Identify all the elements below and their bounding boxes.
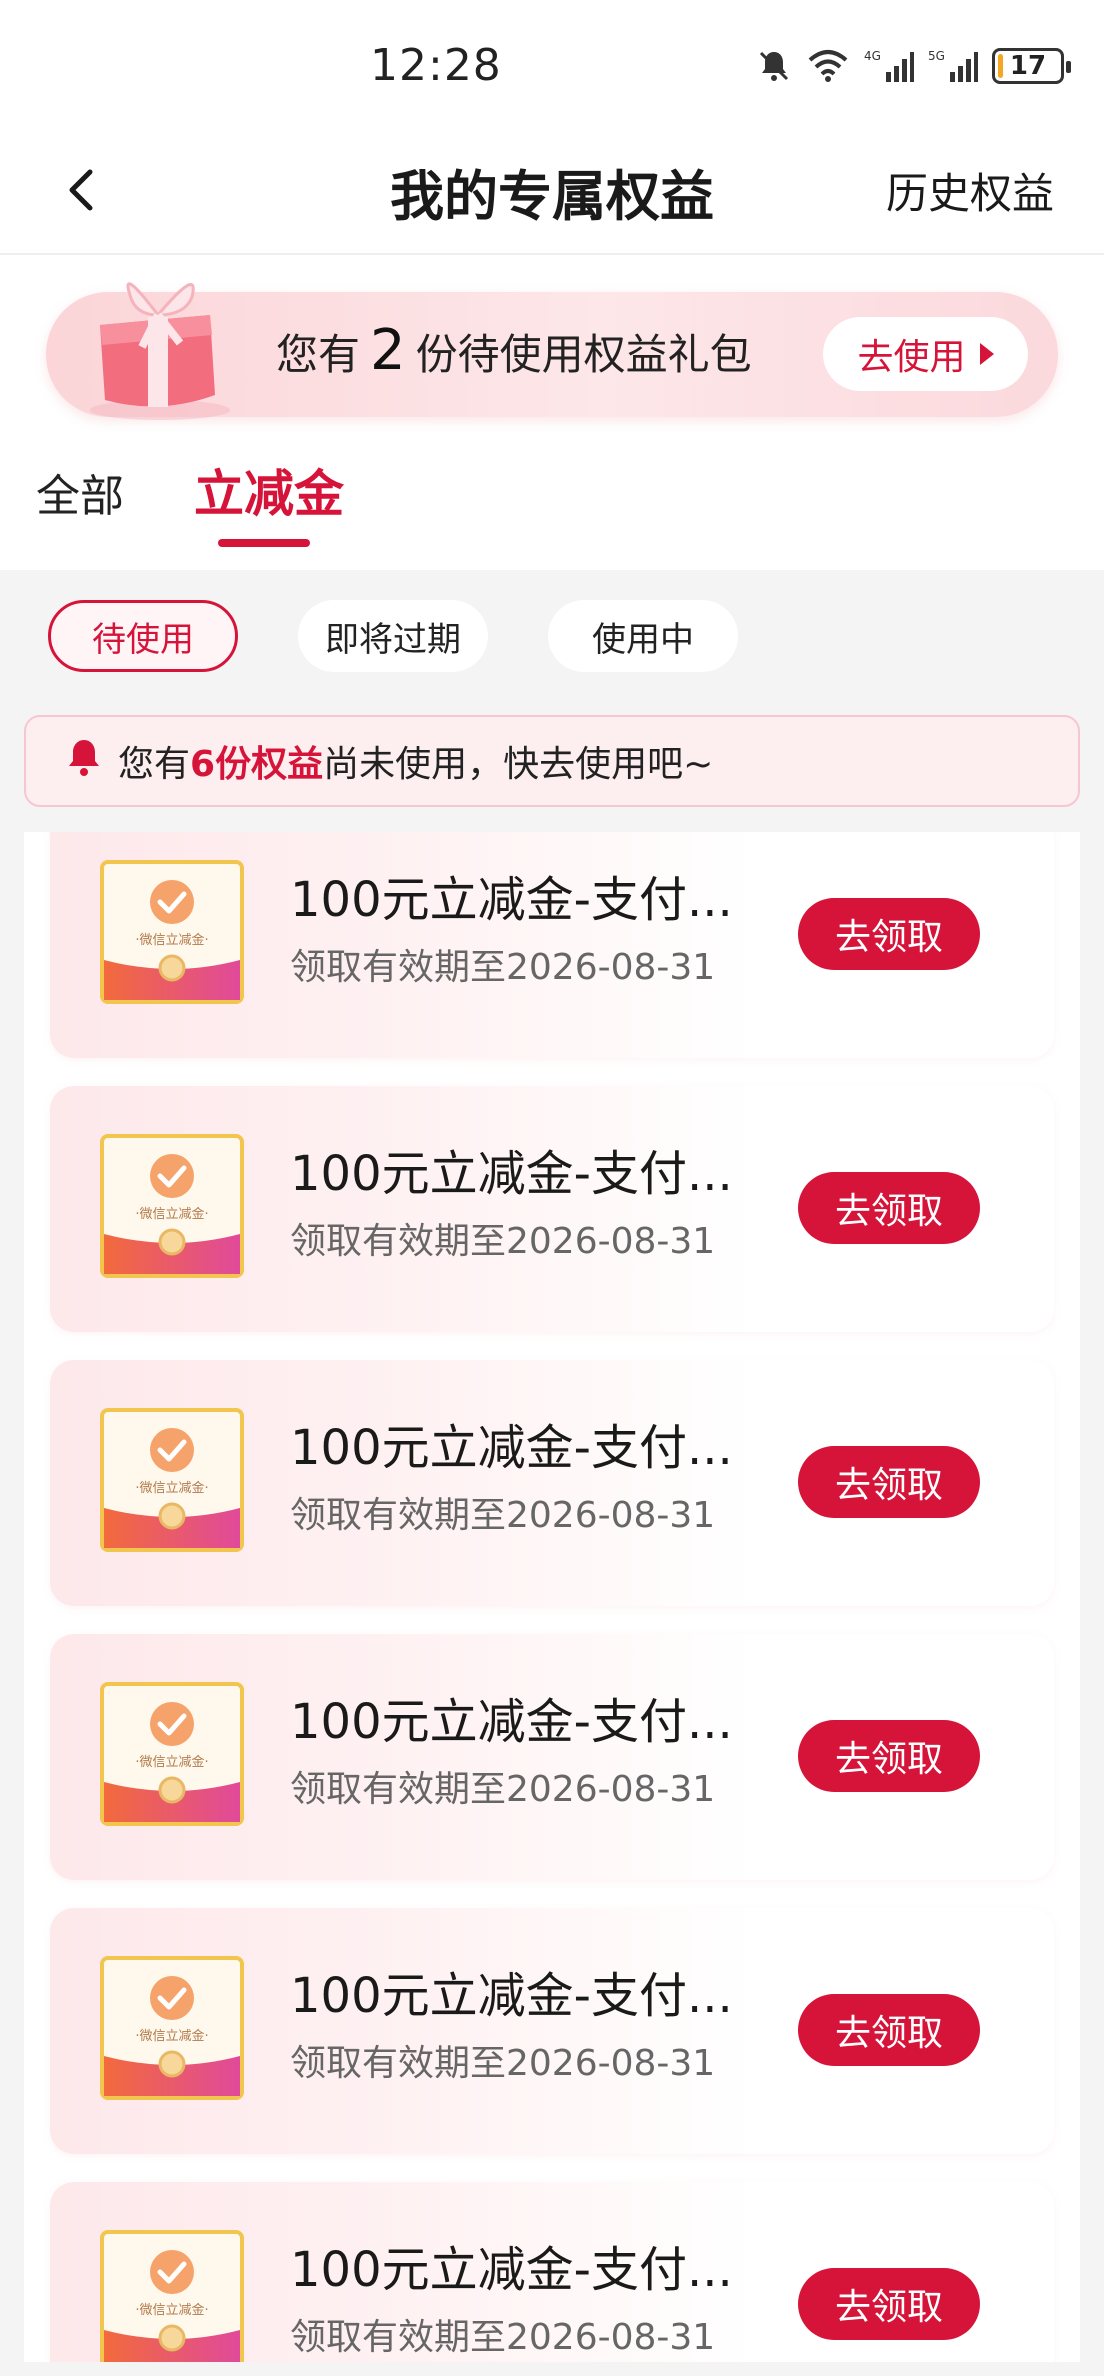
notice-text: 您有6份权益尚未使用，快去使用吧~ xyxy=(118,735,713,787)
status-time: 12:28 xyxy=(370,40,502,91)
coupon-title: 100元立减金-支付... xyxy=(290,1968,733,2024)
claim-button[interactable]: 去领取 xyxy=(798,898,980,970)
history-benefits-link[interactable]: 历史权益 xyxy=(886,160,1054,221)
status-bar: 12:28 4G 5G 17 xyxy=(0,0,1104,130)
nav-header: 我的专属权益 历史权益 xyxy=(0,130,1104,255)
thumbnail-label: ·微信立减金· xyxy=(135,1480,208,1496)
banner-text: 您有 2 份待使用权益礼包 xyxy=(276,318,752,383)
unused-notice: 您有6份权益尚未使用，快去使用吧~ xyxy=(24,715,1080,807)
notice-suffix: 尚未使用，快去使用吧~ xyxy=(323,744,714,785)
go-use-label: 去使用 xyxy=(857,337,966,378)
banner-count: 2 xyxy=(370,318,406,383)
go-use-button[interactable]: 去使用 xyxy=(823,317,1028,391)
bell-muted-icon xyxy=(756,48,792,84)
thumbnail-label: ·微信立减金· xyxy=(135,2302,208,2318)
notice-prefix: 您有 xyxy=(118,744,191,785)
thumbnail-label: ·微信立减金· xyxy=(135,1206,208,1222)
coupon-card: ·微信立减金· 100元立减金-支付... 领取有效期至2026-08-31 去… xyxy=(50,1086,1054,1332)
coupon-expiry: 领取有效期至2026-08-31 xyxy=(290,1221,716,1262)
coupon-list: ·微信立减金· 100元立减金-支付... 领取有效期至2026-08-31 去… xyxy=(24,832,1080,2376)
coupon-title: 100元立减金-支付... xyxy=(290,1420,733,1476)
claim-button[interactable]: 去领取 xyxy=(798,1994,980,2066)
notice-highlight: 6份权益 xyxy=(190,744,324,785)
bottom-edge xyxy=(0,2362,1104,2376)
coupon-expiry: 领取有效期至2026-08-31 xyxy=(290,2317,716,2358)
battery-level: 17 xyxy=(1009,51,1047,81)
coupon-expiry: 领取有效期至2026-08-31 xyxy=(290,947,716,988)
status-icons: 4G 5G 17 xyxy=(756,44,1071,88)
tab-instant-discount[interactable]: 立减金 xyxy=(194,454,344,526)
coupon-title: 100元立减金-支付... xyxy=(290,1146,733,1202)
wechat-discount-thumbnail: ·微信立减金· xyxy=(100,1134,244,1278)
svg-text:5G: 5G xyxy=(928,49,945,63)
tab-all[interactable]: 全部 xyxy=(36,460,124,524)
coupon-expiry: 领取有效期至2026-08-31 xyxy=(290,1495,716,1536)
play-arrow-icon xyxy=(979,343,994,365)
wifi-icon xyxy=(806,48,850,84)
thumbnail-label: ·微信立减金· xyxy=(135,1754,208,1770)
wechat-discount-thumbnail: ·微信立减金· xyxy=(100,860,244,1004)
coupon-card: ·微信立减金· 100元立减金-支付... 领取有效期至2026-08-31 去… xyxy=(50,2182,1054,2376)
bell-icon xyxy=(62,735,106,788)
coupon-title: 100元立减金-支付... xyxy=(290,2242,733,2298)
claim-button[interactable]: 去领取 xyxy=(798,2268,980,2340)
main-tabs: 全部 立减金 xyxy=(0,440,1104,570)
battery-nub xyxy=(1066,61,1071,73)
gift-box-icon xyxy=(60,255,250,425)
active-tab-indicator xyxy=(218,539,310,547)
banner-suffix: 份待使用权益礼包 xyxy=(415,330,752,379)
battery-fill xyxy=(998,54,1004,78)
coupon-card: ·微信立减金· 100元立减金-支付... 领取有效期至2026-08-31 去… xyxy=(50,1908,1054,2154)
coupon-card: ·微信立减金· 100元立减金-支付... 领取有效期至2026-08-31 去… xyxy=(50,832,1054,1058)
thumbnail-label: ·微信立减金· xyxy=(135,2028,208,2044)
banner-prefix: 您有 xyxy=(276,330,361,379)
coupon-expiry: 领取有效期至2026-08-31 xyxy=(290,1769,716,1810)
chip-in-use[interactable]: 使用中 xyxy=(548,600,738,672)
svg-text:4G: 4G xyxy=(864,49,881,63)
signal-4g-icon: 4G xyxy=(864,48,914,84)
coupon-card: ·微信立减金· 100元立减金-支付... 领取有效期至2026-08-31 去… xyxy=(50,1360,1054,1606)
claim-button[interactable]: 去领取 xyxy=(798,1446,980,1518)
claim-button[interactable]: 去领取 xyxy=(798,1720,980,1792)
chip-pending[interactable]: 待使用 xyxy=(48,600,238,672)
battery-icon: 17 xyxy=(992,48,1071,84)
filter-chips: 待使用 即将过期 使用中 xyxy=(0,600,1104,676)
chip-expiring-soon[interactable]: 即将过期 xyxy=(298,600,488,672)
coupon-title: 100元立减金-支付... xyxy=(290,1694,733,1750)
content-area: 待使用 即将过期 使用中 您有6份权益尚未使用，快去使用吧~ ·微信立减金· 1… xyxy=(0,570,1104,2376)
coupon-card: ·微信立减金· 100元立减金-支付... 领取有效期至2026-08-31 去… xyxy=(50,1634,1054,1880)
claim-button[interactable]: 去领取 xyxy=(798,1172,980,1244)
signal-5g-icon: 5G xyxy=(928,48,978,84)
thumbnail-label: ·微信立减金· xyxy=(135,932,208,948)
coupon-expiry: 领取有效期至2026-08-31 xyxy=(290,2043,716,2084)
wechat-discount-thumbnail: ·微信立减金· xyxy=(100,1956,244,2100)
wechat-discount-thumbnail: ·微信立减金· xyxy=(100,2230,244,2374)
coupon-title: 100元立减金-支付... xyxy=(290,872,733,928)
wechat-discount-thumbnail: ·微信立减金· xyxy=(100,1408,244,1552)
app-root: 12:28 4G 5G 17 我的专属权益 历史权益 您有 2 份待使用权益礼包… xyxy=(0,0,1104,2376)
wechat-discount-thumbnail: ·微信立减金· xyxy=(100,1682,244,1826)
